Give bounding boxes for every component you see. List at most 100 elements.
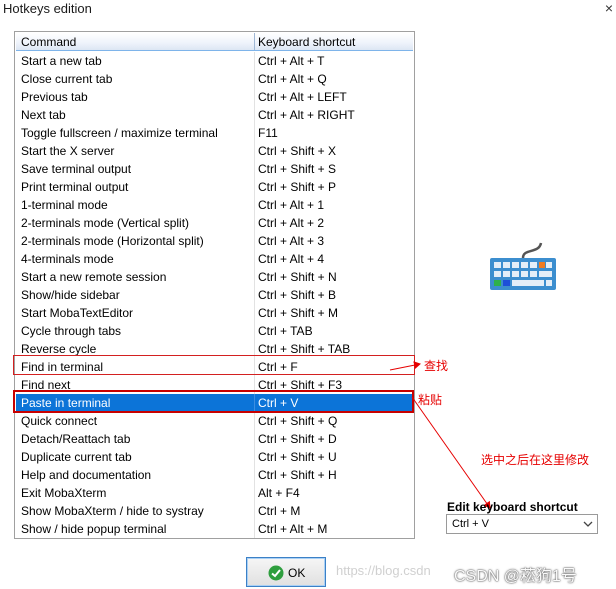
row-command: 2-terminals mode (Vertical split) [21, 216, 190, 230]
row-shortcut: Ctrl + Alt + LEFT [258, 90, 347, 104]
table-row[interactable]: Detach/Reattach tab Ctrl + Shift + D [16, 430, 413, 448]
row-shortcut: Alt + F4 [258, 486, 300, 500]
row-shortcut: Ctrl + Shift + N [258, 270, 337, 284]
watermark: CSDN @菘狗1号 [454, 568, 577, 585]
table-row[interactable]: Previous tab Ctrl + Alt + LEFT [16, 88, 413, 106]
row-command: Exit MobaXterm [21, 486, 107, 500]
row-divider [254, 412, 255, 430]
table-row[interactable]: Duplicate current tab Ctrl + Shift + U [16, 448, 413, 466]
table-body: Start a new tab Ctrl + Alt + T Close curre… [16, 52, 413, 538]
row-shortcut: Ctrl + Shift + X [258, 144, 337, 158]
row-divider [254, 430, 255, 448]
shortcut-select[interactable]: Ctrl + V [446, 514, 598, 534]
annotation-edit-hint: 选中之后在这里修改 [481, 453, 590, 467]
row-shortcut: Ctrl + Shift + H [258, 468, 337, 482]
edit-shortcut-label: Edit keyboard shortcut [447, 500, 578, 514]
table-row[interactable]: Start the X server Ctrl + Shift + X [16, 142, 413, 160]
row-shortcut: Ctrl + Alt + 4 [258, 252, 325, 266]
row-command: Save terminal output [21, 162, 132, 176]
row-shortcut: Ctrl + Shift + U [258, 450, 337, 464]
row-divider [254, 88, 255, 106]
row-shortcut: Ctrl + M [258, 504, 301, 518]
row-command: Detach/Reattach tab [21, 432, 131, 446]
row-shortcut: Ctrl + Alt + 2 [258, 216, 325, 230]
row-shortcut: Ctrl + Alt + 1 [258, 198, 325, 212]
table-row[interactable]: Save terminal output Ctrl + Shift + S [16, 160, 413, 178]
table-header: Command Keyboard shortcut [16, 33, 413, 51]
table-row[interactable]: Quick connect Ctrl + Shift + Q [16, 412, 413, 430]
table-row[interactable]: Help and documentation Ctrl + Shift + H [16, 466, 413, 484]
table-row[interactable]: 2-terminals mode (Horizontal split) Ctrl … [16, 232, 413, 250]
row-shortcut: Ctrl + Alt + 3 [258, 234, 325, 248]
row-command: Show / hide popup terminal [21, 522, 167, 536]
row-divider [254, 466, 255, 484]
table-row[interactable]: 1-terminal mode Ctrl + Alt + 1 [16, 196, 413, 214]
paste-highlight-box [13, 390, 414, 413]
row-divider [254, 448, 255, 466]
column-header-command[interactable]: Command [21, 35, 76, 49]
row-divider [254, 52, 255, 70]
row-shortcut: Ctrl + Shift + S [258, 162, 337, 176]
row-command: Duplicate current tab [21, 450, 132, 464]
row-divider [254, 286, 255, 304]
row-command: Show MobaXterm / hide to systray [21, 504, 204, 518]
row-divider [254, 322, 255, 340]
row-divider [254, 160, 255, 178]
row-shortcut: Ctrl + Shift + B [258, 288, 337, 302]
row-divider [254, 196, 255, 214]
table-row[interactable]: Close current tab Ctrl + Alt + Q [16, 70, 413, 88]
row-command: 4-terminals mode [21, 252, 114, 266]
keyboard-icon [490, 242, 556, 290]
column-header-shortcut[interactable]: Keyboard shortcut [258, 35, 355, 49]
table-row[interactable]: Next tab Ctrl + Alt + RIGHT [16, 106, 413, 124]
table-row[interactable]: 2-terminals mode (Vertical split) Ctrl + … [16, 214, 413, 232]
table-row[interactable]: Exit MobaXterm Alt + F4 [16, 484, 413, 502]
table-row[interactable]: Toggle fullscreen / maximize terminal F11 [16, 124, 413, 142]
row-command: 2-terminals mode (Horizontal split) [21, 234, 204, 248]
table-row[interactable]: 4-terminals mode Ctrl + Alt + 4 [16, 250, 413, 268]
table-row[interactable]: Cycle through tabs Ctrl + TAB [16, 322, 413, 340]
table-row[interactable]: Print terminal output Ctrl + Shift + P [16, 178, 413, 196]
row-command: Previous tab [21, 90, 88, 104]
row-shortcut: Ctrl + Shift + M [258, 306, 339, 320]
table-row[interactable]: Start a new remote session Ctrl + Shift +… [16, 268, 413, 286]
row-divider [254, 268, 255, 286]
row-command: 1-terminal mode [21, 198, 108, 212]
row-shortcut: F11 [258, 126, 278, 140]
row-divider [254, 250, 255, 268]
row-command: Quick connect [21, 414, 98, 428]
row-divider [254, 106, 255, 124]
annotation-paste: 粘贴 [418, 393, 443, 407]
row-shortcut: Ctrl + Shift + P [258, 180, 337, 194]
column-divider[interactable] [254, 33, 255, 50]
row-divider [254, 484, 255, 502]
row-command: Cycle through tabs [21, 324, 122, 338]
table-row[interactable]: Show MobaXterm / hide to systray Ctrl + M [16, 502, 413, 520]
row-command: Toggle fullscreen / maximize terminal [21, 126, 218, 140]
row-shortcut: Ctrl + Alt + Q [258, 72, 327, 86]
row-shortcut: Ctrl + Shift + Q [258, 414, 338, 428]
table-row[interactable]: Start a new tab Ctrl + Alt + T [16, 52, 413, 70]
annotation-find: 查找 [424, 359, 449, 373]
close-button[interactable]: × [602, 0, 616, 18]
table-row[interactable]: Start MobaTextEditor Ctrl + Shift + M [16, 304, 413, 322]
row-command: Start a new tab [21, 54, 102, 68]
row-command: Show/hide sidebar [21, 288, 120, 302]
row-divider [254, 502, 255, 520]
row-command: Close current tab [21, 72, 113, 86]
row-command: Start a new remote session [21, 270, 167, 284]
table-row[interactable]: Show / hide popup terminal Ctrl + Alt + M [16, 520, 413, 538]
table-row[interactable]: Show/hide sidebar Ctrl + Shift + B [16, 286, 413, 304]
row-shortcut: Ctrl + TAB [258, 324, 313, 338]
row-divider [254, 178, 255, 196]
row-divider [254, 520, 255, 538]
ok-button[interactable]: OK [246, 557, 326, 587]
ok-button-label: OK [288, 566, 306, 580]
row-divider [254, 70, 255, 88]
check-icon [268, 565, 284, 581]
row-divider [254, 214, 255, 232]
row-shortcut: Ctrl + Alt + RIGHT [258, 108, 355, 122]
window-title: Hotkeys edition [3, 1, 92, 16]
watermark-url: https://blog.csdn [336, 563, 431, 578]
row-divider [254, 124, 255, 142]
